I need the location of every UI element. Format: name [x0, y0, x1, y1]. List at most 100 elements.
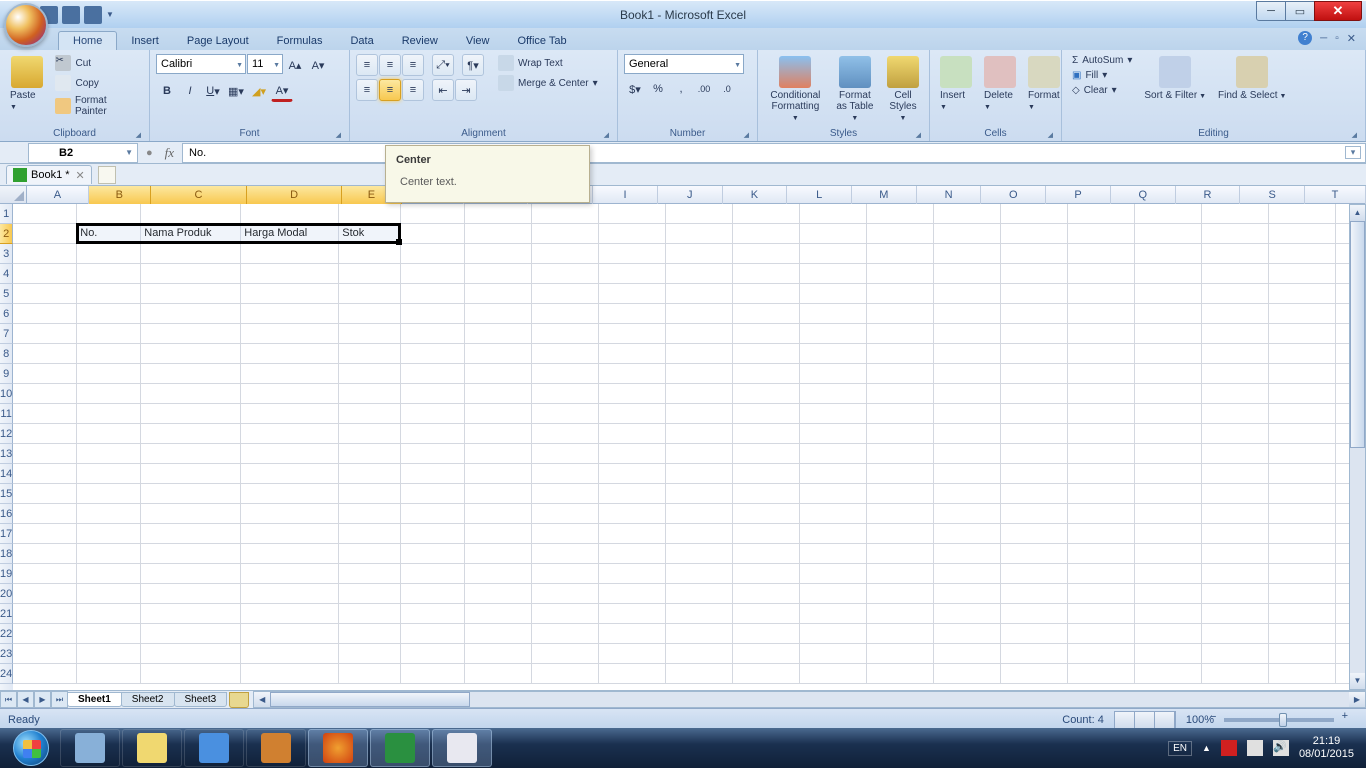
- sheet-nav-first[interactable]: ⏮: [0, 691, 17, 708]
- column-header[interactable]: M: [852, 186, 917, 204]
- fill-color-button[interactable]: ◢▾: [248, 80, 270, 102]
- cell[interactable]: [1135, 384, 1202, 404]
- fill-button[interactable]: ▣ Fill ▾: [1068, 69, 1136, 82]
- cell[interactable]: [339, 284, 401, 304]
- cell[interactable]: [339, 404, 401, 424]
- align-bottom-button[interactable]: ≡: [402, 54, 424, 76]
- cell[interactable]: [1001, 364, 1068, 384]
- cell[interactable]: [1269, 324, 1336, 344]
- cell[interactable]: [1135, 544, 1202, 564]
- cell[interactable]: [1001, 244, 1068, 264]
- cell[interactable]: [1202, 324, 1269, 344]
- cell[interactable]: [599, 604, 666, 624]
- cell[interactable]: [934, 444, 1001, 464]
- increase-decimal-button[interactable]: .00: [693, 78, 715, 100]
- cell[interactable]: [733, 564, 800, 584]
- cell[interactable]: [733, 264, 800, 284]
- cell[interactable]: [401, 304, 465, 324]
- comma-button[interactable]: ,: [670, 78, 692, 100]
- cell[interactable]: [666, 284, 733, 304]
- cell[interactable]: [141, 344, 241, 364]
- cell[interactable]: [1202, 564, 1269, 584]
- cell[interactable]: [77, 244, 141, 264]
- cell[interactable]: [1068, 264, 1135, 284]
- horizontal-scrollbar[interactable]: ◀ ▶: [253, 691, 1366, 708]
- cell[interactable]: [666, 204, 733, 224]
- cell[interactable]: [1001, 384, 1068, 404]
- cell-styles-button[interactable]: Cell Styles: [883, 54, 923, 125]
- new-sheet-button[interactable]: [229, 692, 249, 708]
- row-header[interactable]: 20: [0, 584, 13, 604]
- cell[interactable]: [339, 364, 401, 384]
- tab-review[interactable]: Review: [388, 32, 452, 50]
- cell[interactable]: [733, 664, 800, 684]
- cell[interactable]: [666, 564, 733, 584]
- cell[interactable]: [401, 484, 465, 504]
- cell[interactable]: [465, 304, 532, 324]
- cell[interactable]: [241, 304, 339, 324]
- cell[interactable]: [1269, 404, 1336, 424]
- cell[interactable]: [532, 644, 599, 664]
- cell[interactable]: [241, 604, 339, 624]
- cell[interactable]: [532, 544, 599, 564]
- column-header[interactable]: L: [787, 186, 852, 204]
- cell[interactable]: [1001, 504, 1068, 524]
- cell[interactable]: [401, 524, 465, 544]
- cell[interactable]: [666, 224, 733, 244]
- sheet-tab[interactable]: Sheet3: [174, 692, 228, 707]
- qat-dropdown-icon[interactable]: ▼: [106, 10, 114, 19]
- cell[interactable]: [1135, 564, 1202, 584]
- cell[interactable]: [733, 424, 800, 444]
- cell[interactable]: [733, 644, 800, 664]
- cell[interactable]: Nama Produk: [141, 224, 241, 244]
- cell[interactable]: [1068, 324, 1135, 344]
- taskbar-item[interactable]: [432, 729, 492, 767]
- font-name-combo[interactable]: Calibri: [156, 54, 246, 74]
- cell[interactable]: [800, 484, 867, 504]
- fx-icon[interactable]: fx: [161, 145, 182, 161]
- row-header[interactable]: 14: [0, 464, 13, 484]
- cell[interactable]: [800, 424, 867, 444]
- cell[interactable]: [465, 564, 532, 584]
- cell[interactable]: [241, 584, 339, 604]
- cell[interactable]: [13, 484, 77, 504]
- cell[interactable]: [666, 364, 733, 384]
- autosum-button[interactable]: Σ AutoSum ▾: [1068, 54, 1136, 67]
- cell[interactable]: [934, 584, 1001, 604]
- cell[interactable]: [401, 404, 465, 424]
- cell[interactable]: [241, 464, 339, 484]
- column-header[interactable]: C: [151, 186, 248, 204]
- cell[interactable]: [599, 364, 666, 384]
- cell[interactable]: [666, 464, 733, 484]
- cell[interactable]: [800, 344, 867, 364]
- scroll-right-icon[interactable]: ▶: [1349, 692, 1365, 707]
- cell[interactable]: [13, 604, 77, 624]
- cell[interactable]: [13, 364, 77, 384]
- cell[interactable]: [1068, 584, 1135, 604]
- tab-home[interactable]: Home: [58, 31, 117, 50]
- zoom-thumb[interactable]: [1279, 713, 1287, 727]
- redo-icon[interactable]: [84, 6, 102, 24]
- cell[interactable]: [1202, 204, 1269, 224]
- decrease-font-icon[interactable]: A▾: [307, 54, 329, 76]
- sort-filter-button[interactable]: Sort & Filter: [1140, 54, 1210, 103]
- cell[interactable]: [465, 524, 532, 544]
- cell[interactable]: [666, 324, 733, 344]
- cell[interactable]: [666, 484, 733, 504]
- cell[interactable]: [465, 284, 532, 304]
- cell[interactable]: [934, 324, 1001, 344]
- cell[interactable]: [1135, 324, 1202, 344]
- cell[interactable]: [599, 564, 666, 584]
- cell[interactable]: [532, 324, 599, 344]
- cell[interactable]: [599, 444, 666, 464]
- cell[interactable]: [339, 244, 401, 264]
- decrease-decimal-button[interactable]: .0: [716, 78, 738, 100]
- cell[interactable]: [733, 444, 800, 464]
- undo-icon[interactable]: [62, 6, 80, 24]
- cell[interactable]: [733, 504, 800, 524]
- cell[interactable]: [1269, 624, 1336, 644]
- cell[interactable]: [1068, 564, 1135, 584]
- cell[interactable]: [867, 604, 934, 624]
- cell[interactable]: [867, 424, 934, 444]
- cell[interactable]: [1269, 244, 1336, 264]
